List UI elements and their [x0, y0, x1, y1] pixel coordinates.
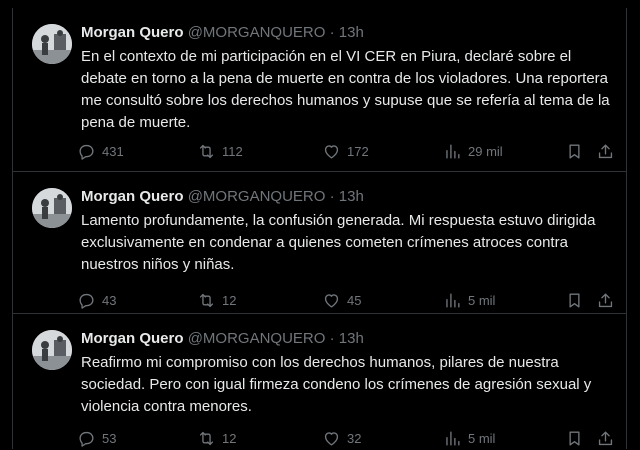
retweet-count: 12	[222, 292, 237, 308]
separator: ·	[329, 24, 335, 41]
timeline: Morgan Quero @MORGANQUERO · 13h En el co…	[12, 8, 627, 449]
like-button[interactable]: 32	[322, 426, 361, 450]
like-count: 45	[347, 292, 362, 308]
author-handle[interactable]: @MORGANQUERO	[188, 330, 326, 347]
action-bar: 43 12 45 5 mil	[77, 288, 617, 312]
separator: ·	[329, 188, 335, 205]
views-count: 5 mil	[468, 292, 496, 308]
tweet-header: Morgan Quero @MORGANQUERO · 13h	[81, 329, 364, 349]
author-name[interactable]: Morgan Quero	[81, 330, 184, 347]
retweet-count: 112	[222, 143, 243, 159]
action-bar: 53 12 32 5 mil	[77, 426, 617, 450]
reply-icon	[79, 293, 94, 309]
bookmark-button[interactable]	[565, 426, 584, 450]
views-icon	[446, 143, 460, 159]
avatar[interactable]	[32, 330, 72, 370]
avatar[interactable]	[32, 188, 72, 228]
reply-button[interactable]: 53	[77, 426, 116, 450]
share-icon	[598, 143, 613, 158]
tweet-text: En el contexto de mi participación en el…	[81, 48, 610, 131]
bookmark-icon	[569, 430, 580, 446]
tweet-header: Morgan Quero @MORGANQUERO · 13h	[81, 23, 364, 43]
views-button[interactable]: 5 mil	[443, 288, 495, 312]
retweet-icon	[199, 144, 214, 158]
retweet-button[interactable]: 112	[197, 139, 243, 163]
heart-icon	[324, 293, 339, 308]
views-count: 5 mil	[468, 430, 496, 446]
author-name[interactable]: Morgan Quero	[81, 24, 184, 41]
share-icon	[598, 430, 613, 445]
timestamp[interactable]: 13h	[339, 24, 364, 41]
views-button[interactable]: 29 mil	[443, 139, 503, 163]
views-icon	[446, 430, 460, 446]
bookmark-button[interactable]	[565, 139, 584, 163]
action-bar: 431 112 172 29 mil	[77, 139, 617, 163]
like-count: 32	[347, 430, 362, 446]
heart-icon	[324, 431, 339, 446]
tweet[interactable]: Morgan Quero @MORGANQUERO · 13h En el co…	[13, 8, 626, 172]
like-button[interactable]: 172	[322, 139, 369, 163]
tweet[interactable]: Morgan Quero @MORGANQUERO · 13h Lamento …	[13, 172, 626, 314]
reply-icon	[79, 144, 94, 160]
reply-button[interactable]: 43	[77, 288, 116, 312]
author-handle[interactable]: @MORGANQUERO	[188, 188, 326, 205]
views-count: 29 mil	[468, 143, 503, 159]
like-button[interactable]: 45	[322, 288, 361, 312]
like-count: 172	[347, 143, 369, 159]
views-button[interactable]: 5 mil	[443, 426, 495, 450]
bookmark-button[interactable]	[565, 288, 584, 312]
reply-button[interactable]: 431	[77, 139, 124, 163]
author-name[interactable]: Morgan Quero	[81, 188, 184, 205]
bookmark-icon	[569, 292, 580, 308]
share-button[interactable]	[596, 426, 615, 450]
bookmark-icon	[569, 143, 580, 159]
share-icon	[598, 292, 613, 307]
retweet-icon	[199, 293, 214, 307]
avatar-image	[32, 188, 72, 228]
timestamp[interactable]: 13h	[339, 188, 364, 205]
reply-count: 53	[102, 430, 117, 446]
share-button[interactable]	[596, 139, 615, 163]
retweet-button[interactable]: 12	[197, 288, 236, 312]
reply-icon	[79, 431, 94, 447]
tweet-text: Lamento profundamente, la confusión gene…	[81, 212, 596, 273]
avatar-image	[32, 330, 72, 370]
retweet-icon	[199, 431, 214, 445]
reply-count: 431	[102, 143, 124, 159]
avatar-image	[32, 24, 72, 64]
tweet-text: Reafirmo mi compromiso con los derechos …	[81, 354, 592, 415]
timestamp[interactable]: 13h	[339, 330, 364, 347]
avatar[interactable]	[32, 24, 72, 64]
separator: ·	[329, 330, 335, 347]
retweet-count: 12	[222, 430, 237, 446]
tweet[interactable]: Morgan Quero @MORGANQUERO · 13h Reafirmo…	[13, 314, 626, 449]
reply-count: 43	[102, 292, 117, 308]
views-icon	[446, 292, 460, 308]
heart-icon	[324, 144, 339, 159]
author-handle[interactable]: @MORGANQUERO	[188, 24, 326, 41]
tweet-header: Morgan Quero @MORGANQUERO · 13h	[81, 187, 364, 207]
share-button[interactable]	[596, 288, 615, 312]
retweet-button[interactable]: 12	[197, 426, 236, 450]
